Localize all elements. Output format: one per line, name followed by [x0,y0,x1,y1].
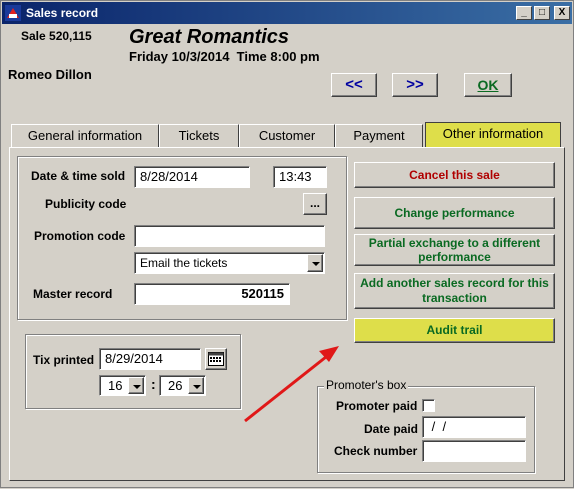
annotation-arrow [244,346,339,423]
sales-record-window: Sales record _ □ X Sale 520,115 Great Ro… [0,0,574,488]
